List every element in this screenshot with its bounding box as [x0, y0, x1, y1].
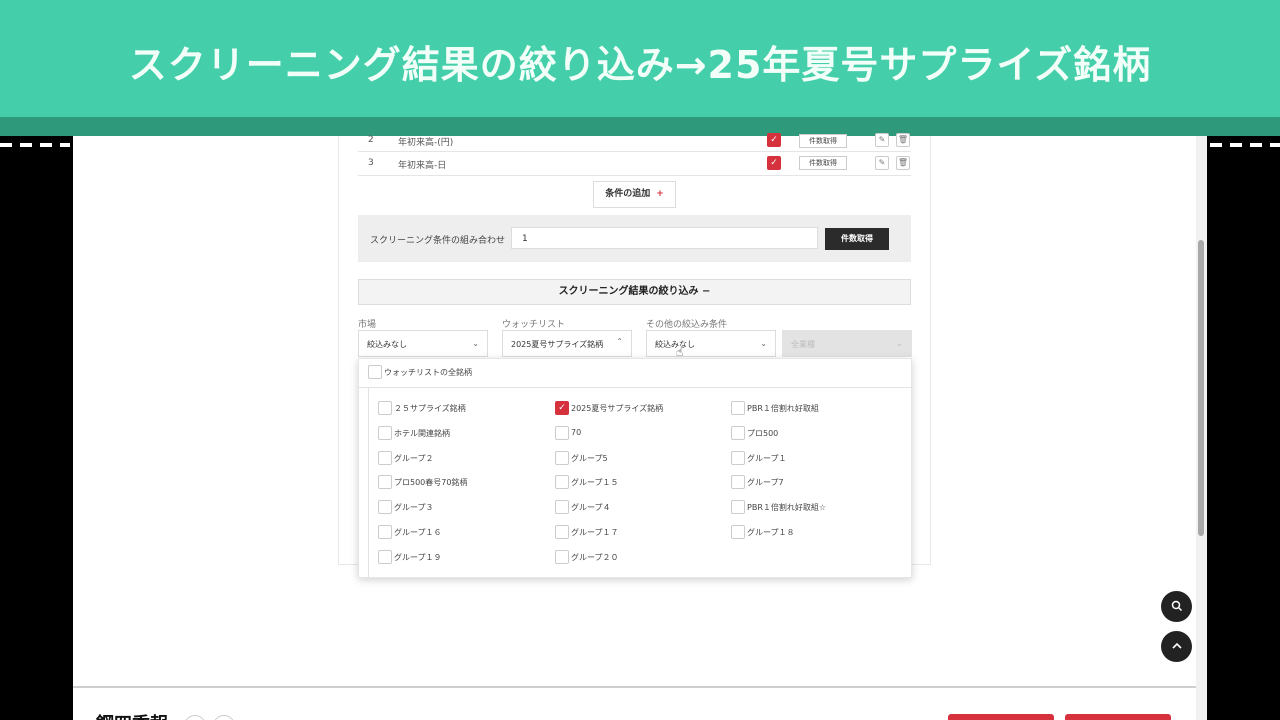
filter-header[interactable]: スクリーニング結果の絞り込み − [358, 279, 911, 305]
other-filter-label: その他の絞込み条件 [646, 320, 728, 330]
watchlist-option-checkbox-checked[interactable]: ✓ [555, 401, 569, 415]
watchlist-option-label[interactable]: PBR１倍割れ好取組 [747, 403, 819, 414]
condition-name: 年初来高-(円) [398, 138, 454, 148]
condition-checkbox[interactable]: ✓ [767, 156, 781, 170]
dashed-line-left [0, 143, 70, 147]
combination-label: スクリーニング条件の組み合わせ [370, 236, 506, 246]
footer-red-button[interactable] [1065, 714, 1171, 720]
arrow-up-icon [1171, 642, 1182, 649]
scroll-top-button[interactable] [1161, 631, 1192, 662]
watchlist-option-label[interactable]: グループ１６ [394, 527, 442, 538]
add-condition-label: 条件の追加 [605, 189, 651, 199]
watchlist-option-label[interactable]: グループ１８ [747, 527, 795, 538]
watchlist-option-label[interactable]: PBR１倍割れ好取組☆ [747, 502, 826, 513]
watchlist-option-label[interactable]: ホテル関連銘柄 [394, 428, 450, 439]
watchlist-option-checkbox[interactable] [378, 451, 392, 465]
select-all-checkbox[interactable] [368, 365, 382, 379]
select-all-label[interactable]: ウォッチリストの全銘柄 [384, 367, 472, 378]
market-select-value: 絞込みなし [367, 340, 407, 349]
condition-number: 3 [368, 158, 374, 168]
combination-input[interactable]: 1 [511, 227, 818, 249]
watchlist-option-label[interactable]: グループ４ [571, 502, 611, 513]
dropdown-divider [358, 387, 912, 388]
chevron-down-icon: ⌄ [472, 339, 479, 348]
watchlist-option-checkbox[interactable] [731, 525, 745, 539]
watchlist-option-label[interactable]: グループ１７ [571, 527, 619, 538]
watchlist-option-label[interactable]: 2025夏号サプライズ銘柄 [571, 403, 663, 414]
dashed-line-right [1210, 143, 1280, 147]
watchlist-option-label[interactable]: グループ２０ [571, 552, 619, 563]
chevron-down-icon: ⌄ [760, 339, 767, 348]
market-label: 市場 [358, 320, 377, 330]
pencil-icon[interactable]: ✎ [875, 156, 889, 170]
watchlist-label: ウォッチリスト [502, 320, 566, 330]
condition-name: 年初来高-日 [398, 161, 447, 171]
watchlist-option-checkbox[interactable] [731, 401, 745, 415]
watchlist-option-checkbox[interactable] [378, 525, 392, 539]
other-filter-select-value: 絞込みなし [655, 340, 695, 349]
dropdown-inner-border [368, 388, 369, 578]
watchlist-option-checkbox[interactable] [555, 525, 569, 539]
watchlist-option-label[interactable]: グループ5 [571, 453, 608, 464]
watchlist-option-checkbox[interactable] [555, 550, 569, 564]
watchlist-option-label[interactable]: プロ500春号70銘柄 [394, 477, 467, 488]
watchlist-option-checkbox[interactable] [731, 500, 745, 514]
site-logo[interactable]: 鋼四季報 [96, 710, 168, 720]
industry-select-value: 全業種 [791, 340, 815, 349]
count-button[interactable]: 件数取得 [799, 156, 847, 170]
watchlist-option-checkbox[interactable] [378, 475, 392, 489]
watchlist-option-checkbox[interactable] [555, 426, 569, 440]
watchlist-option-checkbox[interactable] [378, 426, 392, 440]
watchlist-option-checkbox[interactable] [731, 451, 745, 465]
market-select[interactable]: 絞込みなし ⌄ [358, 330, 488, 357]
search-icon [1171, 600, 1182, 612]
trash-icon[interactable]: 🗑 [896, 156, 910, 170]
watchlist-option-label[interactable]: グループ7 [747, 477, 784, 488]
watchlist-option-checkbox[interactable] [555, 451, 569, 465]
watchlist-option-label[interactable]: グループ１ [747, 453, 787, 464]
footer-red-button[interactable] [948, 714, 1054, 720]
watchlist-option-label[interactable]: グループ２ [394, 453, 434, 464]
trash-icon[interactable]: 🗑 [896, 133, 910, 147]
watchlist-option-label[interactable]: グループ３ [394, 502, 434, 513]
condition-row: 2 年初来高-(円) ✓ 件数取得 ✎ 🗑 [358, 130, 911, 152]
watchlist-option-label[interactable]: グループ１９ [394, 552, 442, 563]
watchlist-option-checkbox[interactable] [555, 475, 569, 489]
watchlist-option-checkbox[interactable] [378, 550, 392, 564]
footer-divider [73, 686, 1196, 688]
industry-select: 全業種 ⌄ [782, 330, 912, 357]
count-button[interactable]: 件数取得 [799, 134, 847, 148]
condition-number: 2 [368, 135, 374, 145]
watchlist-option-checkbox[interactable] [378, 401, 392, 415]
other-filter-select[interactable]: 絞込みなし ⌄ [646, 330, 776, 357]
plus-icon: + [656, 189, 664, 199]
pencil-icon[interactable]: ✎ [875, 133, 889, 147]
watchlist-dropdown [358, 358, 912, 578]
chevron-up-icon: ⌃ [616, 337, 623, 346]
chevron-down-icon: ⌄ [896, 339, 903, 348]
hand-cursor-icon: ☝ [676, 345, 684, 359]
scrollbar-thumb[interactable] [1198, 240, 1204, 536]
watchlist-select-value: 2025夏号サプライズ銘柄 [511, 340, 604, 349]
condition-checkbox[interactable]: ✓ [767, 133, 781, 147]
watchlist-select[interactable]: 2025夏号サプライズ銘柄 ⌃ [502, 330, 632, 357]
watchlist-option-checkbox[interactable] [731, 426, 745, 440]
get-count-button[interactable]: 件数取得 [825, 228, 889, 250]
search-fab-button[interactable] [1161, 591, 1192, 622]
watchlist-option-label[interactable]: ２５サプライズ銘柄 [394, 403, 466, 414]
watchlist-option-checkbox[interactable] [555, 500, 569, 514]
watchlist-option-checkbox[interactable] [731, 475, 745, 489]
add-condition-button[interactable]: 条件の追加 + [593, 181, 676, 208]
banner-title: スクリーニング結果の絞り込み→25年夏号サプライズ銘柄 [128, 43, 1152, 87]
condition-row: 3 年初来高-日 ✓ 件数取得 ✎ 🗑 [358, 152, 911, 176]
watchlist-option-label[interactable]: グループ１５ [571, 477, 619, 488]
watchlist-option-label[interactable]: プロ500 [747, 428, 778, 439]
watchlist-option-label[interactable]: 70 [571, 428, 581, 437]
watchlist-option-checkbox[interactable] [378, 500, 392, 514]
